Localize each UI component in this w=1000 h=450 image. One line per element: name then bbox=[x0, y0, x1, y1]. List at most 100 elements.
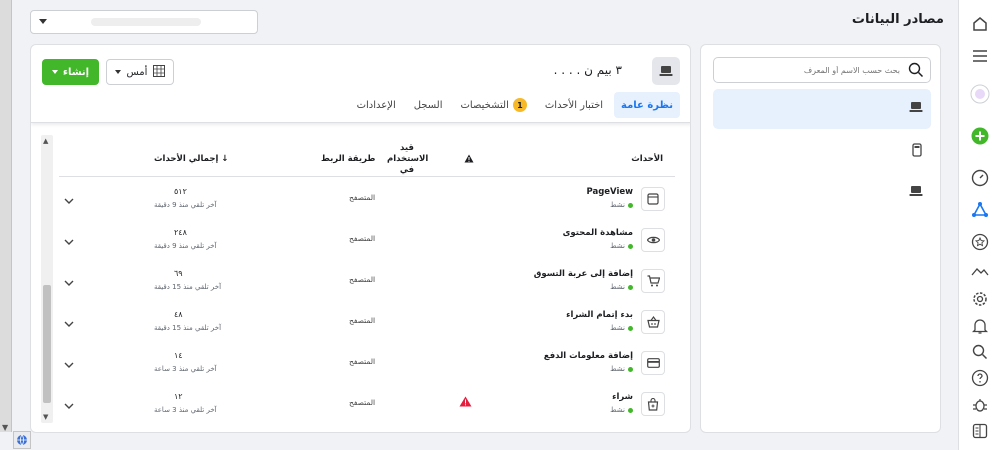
redacted-asset-name bbox=[91, 18, 201, 26]
status-dot-icon bbox=[628, 325, 633, 331]
chevron-down-icon bbox=[114, 70, 121, 74]
source-item-pixel-1[interactable] bbox=[713, 89, 931, 129]
scrollbar-thumb[interactable] bbox=[43, 285, 51, 403]
status-dot-icon bbox=[628, 243, 633, 249]
tab-diagnostics[interactable]: التشخيصات 1 bbox=[454, 92, 534, 118]
source-search-box[interactable] bbox=[713, 57, 931, 83]
event-name: بدء إتمام الشراء bbox=[566, 310, 633, 320]
account-avatar-icon[interactable] bbox=[970, 84, 990, 104]
tab-test-events[interactable]: اختبار الأحداث bbox=[538, 92, 610, 118]
tab-settings[interactable]: الإعدادات bbox=[350, 92, 403, 118]
tab-history-label: السجل bbox=[413, 99, 443, 111]
event-name: شراء bbox=[612, 392, 633, 402]
tab-overview[interactable]: نظرة عامة bbox=[614, 92, 680, 118]
source-item-app[interactable] bbox=[713, 131, 931, 171]
event-status-label: نشط bbox=[610, 201, 625, 209]
diagnostics-count-badge: 1 bbox=[512, 98, 527, 112]
cart-icon bbox=[641, 269, 665, 293]
warning-icon[interactable] bbox=[459, 396, 472, 410]
pixel-name: . . . . ٣ بيم ن bbox=[553, 63, 622, 77]
event-total: ٥١٢ bbox=[174, 187, 187, 196]
integration-method: المتصفح bbox=[349, 234, 376, 243]
business-asset-dropdown[interactable] bbox=[30, 10, 258, 34]
create-button[interactable]: إنشاء bbox=[42, 59, 99, 85]
source-item-pixel-2[interactable] bbox=[713, 173, 931, 213]
integration-method: المتصفح bbox=[349, 357, 376, 366]
star-icon[interactable] bbox=[970, 232, 990, 252]
chevron-down-icon[interactable] bbox=[64, 399, 74, 412]
search-icon[interactable] bbox=[970, 342, 990, 362]
integration-method: المتصفح bbox=[349, 398, 376, 407]
date-range-label: أمس bbox=[126, 66, 148, 78]
events-table-header: الأحداث قيد الاستخدام في طريقة الربط إجم… bbox=[59, 143, 675, 177]
table-row[interactable]: إضافة إلى عربة التسوق نشط المتصفح ٦٩ آخر… bbox=[59, 261, 675, 302]
column-header-events[interactable]: الأحداث bbox=[631, 154, 663, 164]
menu-icon[interactable] bbox=[970, 46, 990, 66]
scroll-down-arrow-icon[interactable]: ▼ bbox=[43, 413, 48, 421]
pixel-tabs: نظرة عامة اختبار الأحداث التشخيصات 1 السج… bbox=[350, 91, 680, 119]
mobile-device-icon bbox=[911, 143, 923, 160]
event-total: ١٤ bbox=[174, 351, 183, 360]
table-row[interactable]: شراء نشط المتصفح ١٢ آخر تلقي منذ 3 ساعة bbox=[59, 384, 675, 425]
tab-test-events-label: اختبار الأحداث bbox=[544, 99, 604, 111]
column-header-total-events[interactable]: إجمالي الأحداث ↓ bbox=[154, 154, 229, 164]
calendar-grid-icon bbox=[153, 64, 166, 80]
basket-icon bbox=[641, 310, 665, 334]
source-search-input[interactable] bbox=[720, 62, 900, 78]
events-manager-icon[interactable] bbox=[970, 200, 990, 220]
page-title: مصادر البيانات bbox=[851, 12, 944, 27]
event-name: مشاهدة المحتوى bbox=[562, 228, 633, 238]
warning-column-icon bbox=[464, 154, 474, 166]
tab-diagnostics-label: التشخيصات bbox=[460, 99, 509, 111]
right-nav-rail bbox=[958, 0, 1000, 450]
create-plus-icon[interactable] bbox=[970, 126, 990, 146]
table-scrollbar[interactable]: ▲ ▼ bbox=[41, 135, 53, 423]
table-row[interactable]: إضافة معلومات الدفع نشط المتصفح ١٤ آخر ت… bbox=[59, 343, 675, 384]
data-sources-panel bbox=[700, 44, 941, 433]
home-icon[interactable] bbox=[970, 14, 990, 34]
dashboard-gauge-icon[interactable] bbox=[970, 168, 990, 188]
event-total: ٦٩ bbox=[174, 269, 183, 278]
date-range-button[interactable]: أمس bbox=[106, 59, 174, 85]
chevron-down-icon[interactable] bbox=[64, 235, 74, 248]
column-header-usage[interactable]: قيد الاستخدام في bbox=[387, 143, 428, 176]
chevron-down-icon[interactable] bbox=[64, 317, 74, 330]
panel-toggle-icon[interactable] bbox=[970, 421, 990, 441]
event-status: نشط bbox=[610, 283, 633, 291]
scroll-down-arrow-icon[interactable]: ▼ bbox=[2, 423, 8, 432]
globe-icon[interactable] bbox=[13, 431, 31, 449]
table-row[interactable]: مشاهدة المحتوى نشط المتصفح ٢٤٨ آخر تلقي … bbox=[59, 220, 675, 261]
event-status-label: نشط bbox=[610, 242, 625, 250]
status-dot-icon bbox=[628, 407, 633, 413]
audiences-icon[interactable] bbox=[970, 260, 990, 280]
laptop-icon bbox=[909, 185, 923, 200]
event-status: نشط bbox=[610, 406, 633, 414]
pixel-header: . . . . ٣ بيم ن إنشاء أمس نظرة عامة اختب… bbox=[31, 45, 690, 123]
gear-icon[interactable] bbox=[970, 289, 990, 309]
event-status: نشط bbox=[610, 324, 633, 332]
status-dot-icon bbox=[628, 202, 633, 208]
event-status-label: نشط bbox=[610, 283, 625, 291]
event-status: نشط bbox=[610, 365, 633, 373]
chevron-down-icon bbox=[39, 19, 47, 24]
last-received: آخر تلقي منذ 3 ساعة bbox=[154, 406, 217, 414]
table-row[interactable]: بدء إتمام الشراء نشط المتصفح ٤٨ آخر تلقي… bbox=[59, 302, 675, 343]
column-header-method[interactable]: طريقة الربط bbox=[321, 154, 375, 164]
chevron-down-icon[interactable] bbox=[64, 276, 74, 289]
scroll-up-arrow-icon[interactable]: ▲ bbox=[43, 137, 48, 145]
event-status: نشط bbox=[610, 242, 633, 250]
last-received: آخر تلقي منذ 15 دقيقة bbox=[154, 283, 222, 291]
event-status: نشط bbox=[610, 201, 633, 209]
chevron-down-icon[interactable] bbox=[64, 194, 74, 207]
bell-icon[interactable] bbox=[970, 316, 990, 336]
tab-history[interactable]: السجل bbox=[407, 92, 450, 118]
event-name: إضافة معلومات الدفع bbox=[543, 351, 633, 361]
chevron-down-icon[interactable] bbox=[64, 358, 74, 371]
table-row[interactable]: PageView نشط المتصفح ٥١٢ آخر تلقي منذ 9 … bbox=[59, 179, 675, 220]
page-scrollbar[interactable]: ▼ bbox=[0, 0, 12, 432]
help-icon[interactable] bbox=[970, 368, 990, 388]
tab-overview-label: نظرة عامة bbox=[621, 99, 673, 111]
create-button-label: إنشاء bbox=[62, 66, 90, 78]
event-status-label: نشط bbox=[610, 365, 625, 373]
bug-report-icon[interactable] bbox=[970, 395, 990, 415]
